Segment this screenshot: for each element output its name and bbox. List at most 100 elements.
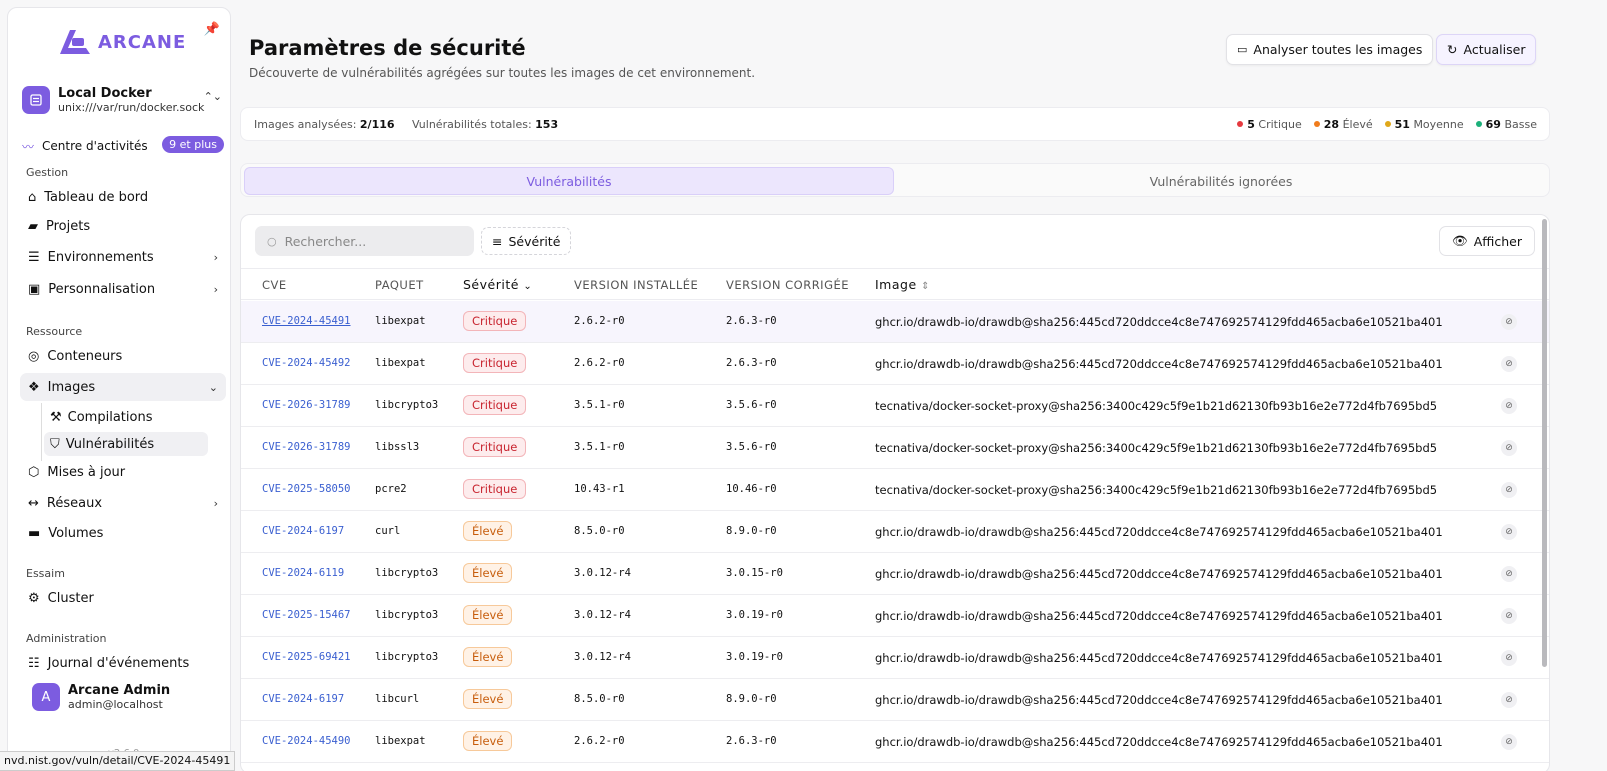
table-row[interactable]: CVE-2024-45492 libexpat Critique 2.6.2-r0 2.… [241, 343, 1549, 385]
sidebar-item-projects[interactable]: ▰ Projets [20, 212, 226, 240]
network-icon: ↔ [28, 495, 39, 511]
col-installed-version[interactable]: VERSION INSTALLÉE [574, 278, 698, 292]
col-severity[interactable]: Sévérité ⌄ [463, 277, 532, 292]
high-summary: 28 Élevé [1313, 118, 1373, 131]
table-row[interactable]: CVE-2024-6119 libcrypto3 Élevé 3.0.12-r4 3.0… [241, 553, 1549, 595]
installed-version: 3.5.1-r0 [574, 441, 625, 453]
table-row[interactable]: CVE-2026-31789 libcrypto3 Critique 3.5.1-r0… [241, 385, 1549, 427]
col-fixed-version[interactable]: VERSION CORRIGÉE [726, 278, 849, 292]
activity-icon: 〰 [22, 139, 35, 154]
sidebar-item-images[interactable]: ❖ Images ⌄ [20, 373, 226, 401]
sidebar-subitem-builds[interactable]: ⚒ Compilations [44, 405, 208, 429]
scrollbar[interactable] [1542, 219, 1547, 667]
ignore-eye-off-icon[interactable]: ⊘ [1501, 608, 1517, 624]
vulnerabilities-card: ○ ≡ Sévérité 👁 Afficher CVE PAQUET Sévér… [240, 214, 1550, 771]
container-icon: ◎ [28, 348, 40, 364]
images-scanned-count: 2/116 [359, 118, 395, 131]
pin-icon[interactable]: 📌 [204, 22, 220, 37]
sidebar-item-dashboard[interactable]: ⌂ Tableau de bord [20, 183, 226, 211]
package-name: libcrypto3 [375, 567, 439, 579]
sidebar-subitem-vulnerabilities[interactable]: ⛉ Vulnérabilités [44, 432, 208, 456]
sidebar-item-containers[interactable]: ◎ Conteneurs [20, 342, 226, 370]
ignore-eye-off-icon[interactable]: ⊘ [1501, 398, 1517, 414]
volume-icon: ▬ [28, 525, 41, 541]
cve-link[interactable]: CVE-2024-45491 [262, 315, 351, 327]
database-icon: ☰ [28, 249, 40, 265]
search-box[interactable]: ○ [255, 226, 474, 256]
user-name: Arcane Admin [68, 683, 171, 698]
cve-link[interactable]: CVE-2024-45490 [262, 735, 351, 747]
col-cve[interactable]: CVE [262, 278, 287, 292]
sidebar-item-updates[interactable]: ⬡ Mises à jour [20, 458, 226, 486]
environment-switcher[interactable]: Local Docker unix:///var/run/docker.sock… [22, 80, 222, 120]
table-row[interactable]: CVE-2024-6197 libcurl Élevé 8.5.0-r0 8.9.0-r… [241, 679, 1549, 721]
image-ref: ghcr.io/drawdb-io/drawdb@sha256:445cd720… [875, 567, 1443, 581]
fixed-version: 2.6.3-r0 [726, 735, 777, 747]
package-name: libexpat [375, 315, 426, 327]
ignore-eye-off-icon[interactable]: ⊘ [1501, 356, 1517, 372]
cve-link[interactable]: CVE-2024-6119 [262, 567, 344, 579]
page-title: Paramètres de sécurité [249, 36, 526, 60]
avatar: A [32, 683, 60, 711]
cluster-icon: ⚙ [28, 590, 40, 606]
sidebar-item-networks[interactable]: ↔ Réseaux › [20, 489, 226, 517]
ignore-eye-off-icon[interactable]: ⊘ [1501, 440, 1517, 456]
refresh-button[interactable]: ↻ Actualiser [1436, 34, 1537, 65]
ignore-eye-off-icon[interactable]: ⊘ [1501, 482, 1517, 498]
cve-link[interactable]: CVE-2024-6197 [262, 525, 344, 537]
ignore-eye-off-icon[interactable]: ⊘ [1501, 692, 1517, 708]
ignore-eye-off-icon[interactable]: ⊘ [1501, 734, 1517, 750]
sidebar-item-personalization[interactable]: ▣ Personnalisation › [20, 275, 226, 303]
col-package[interactable]: PAQUET [375, 278, 424, 292]
home-icon: ⌂ [28, 189, 37, 205]
low-summary: 69 Basse [1475, 118, 1537, 131]
sidebar-item-events[interactable]: ☷ Journal d'événements [20, 649, 226, 677]
table-row[interactable]: CVE-2024-6197 curl Élevé 8.5.0-r0 8.9.0-r0 gh… [241, 511, 1549, 553]
scan-all-images-button[interactable]: ▭ Analyser toutes les images [1226, 34, 1434, 65]
fixed-version: 3.5.6-r0 [726, 441, 777, 453]
table-row[interactable]: CVE-2025-58050 pcre2 Critique 10.43-r1 10.46… [241, 469, 1549, 511]
brush-icon: ▣ [28, 281, 41, 297]
user-menu[interactable]: A Arcane Admin admin@localhost [32, 683, 170, 711]
installed-version: 2.6.2-r0 [574, 357, 625, 369]
cve-link[interactable]: CVE-2025-15467 [262, 609, 351, 621]
cve-link[interactable]: CVE-2026-31789 [262, 399, 351, 411]
cve-link[interactable]: CVE-2024-6197 [262, 693, 344, 705]
sidebar-item-environments[interactable]: ☰ Environnements › [20, 243, 226, 271]
cve-link[interactable]: CVE-2026-31789 [262, 441, 351, 453]
search-input[interactable] [284, 233, 455, 249]
sidebar-item-volumes[interactable]: ▬ Volumes [20, 519, 226, 547]
table-row[interactable]: CVE-2025-69421 libcrypto3 Élevé 3.0.12-r4 3.… [241, 637, 1549, 679]
cve-link[interactable]: CVE-2025-58050 [262, 483, 351, 495]
severity-filter-button[interactable]: ≡ Sévérité [481, 227, 572, 255]
user-email: admin@localhost [68, 698, 163, 711]
ignore-eye-off-icon[interactable]: ⊘ [1501, 650, 1517, 666]
fixed-version: 3.5.6-r0 [726, 399, 777, 411]
search-icon: ○ [267, 234, 277, 248]
tab-ignored-vulnerabilities[interactable]: Vulnérabilités ignorées [896, 167, 1546, 195]
package-name: libexpat [375, 357, 426, 369]
brand-logo[interactable]: ARCANE [56, 26, 186, 58]
environment-name: Local Docker [58, 86, 152, 101]
show-columns-button[interactable]: 👁 Afficher [1438, 226, 1535, 256]
sidebar-item-cluster[interactable]: ⚙ Cluster [20, 584, 226, 612]
table-row[interactable]: CVE-2024-45490 libexpat Élevé 2.6.2-r0 2.6.3… [241, 721, 1549, 763]
table-row[interactable]: CVE-2025-15467 libcrypto3 Élevé 3.0.12-r4 3.… [241, 595, 1549, 637]
critical-summary: 5 Critique [1237, 118, 1302, 131]
submenu-line [41, 403, 42, 461]
activity-center[interactable]: 〰 Centre d'activités 9 et plus [22, 132, 224, 160]
cve-link[interactable]: CVE-2025-69421 [262, 651, 351, 663]
cve-link[interactable]: CVE-2024-45492 [262, 357, 351, 369]
fixed-version: 10.46-r0 [726, 483, 777, 495]
severity-badge: Critique [463, 479, 527, 499]
image-ref: ghcr.io/drawdb-io/drawdb@sha256:445cd720… [875, 693, 1443, 707]
ignore-eye-off-icon[interactable]: ⊘ [1501, 566, 1517, 582]
chevron-right-icon: › [213, 496, 218, 510]
table-row[interactable]: CVE-2024-45491 libexpat Critique 2.6.2-r0 2.… [241, 301, 1549, 343]
tab-vulnerabilities[interactable]: Vulnérabilités [244, 167, 894, 195]
table-row[interactable]: CVE-2026-31789 libssl3 Critique 3.5.1-r0 3.5… [241, 427, 1549, 469]
ignore-eye-off-icon[interactable]: ⊘ [1501, 314, 1517, 330]
ignore-eye-off-icon[interactable]: ⊘ [1501, 524, 1517, 540]
chevron-right-icon: › [213, 282, 218, 296]
col-image[interactable]: Image ⇕ [875, 277, 930, 292]
